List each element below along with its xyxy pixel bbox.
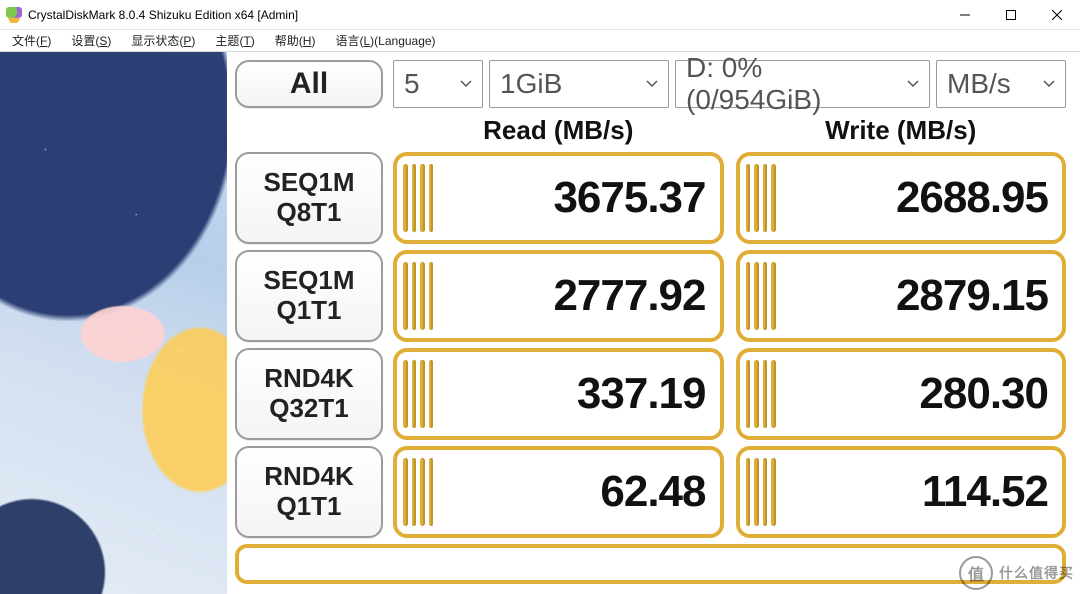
chevron-down-icon — [907, 80, 919, 88]
titlebar: CrystalDiskMark 8.0.4 Shizuku Edition x6… — [0, 0, 1080, 30]
runs-select[interactable]: 5 — [393, 60, 483, 108]
read-result: 2777.92 — [393, 250, 724, 342]
test-row-seq1m-q1t1: SEQ1M Q1T1 2777.92 2879.15 — [235, 250, 1066, 342]
test-label-1: RND4K — [264, 462, 354, 492]
menu-language[interactable]: 语言(L)(Language) — [327, 30, 443, 51]
read-value: 62.48 — [600, 467, 705, 517]
window-title: CrystalDiskMark 8.0.4 Shizuku Edition x6… — [28, 8, 298, 22]
test-label-1: RND4K — [264, 364, 354, 394]
controls-group: 5 1GiB D: 0% (0/954GiB) MB/s — [393, 60, 1066, 108]
menu-help[interactable]: 帮助(H) — [267, 30, 324, 51]
test-size-select[interactable]: 1GiB — [489, 60, 669, 108]
close-icon — [1052, 10, 1062, 20]
run-rnd4k-q32t1-button[interactable]: RND4K Q32T1 — [235, 348, 383, 440]
test-label-1: SEQ1M — [263, 168, 354, 198]
test-label-2: Q1T1 — [276, 492, 341, 522]
menu-display[interactable]: 显示状态(P) — [123, 30, 203, 51]
grip-icon — [746, 458, 776, 526]
test-row-rnd4k-q1t1: RND4K Q1T1 62.48 114.52 — [235, 446, 1066, 538]
write-value: 114.52 — [922, 467, 1048, 517]
menu-file[interactable]: 文件(F) — [4, 30, 59, 51]
test-row-rnd4k-q32t1: RND4K Q32T1 337.19 280.30 — [235, 348, 1066, 440]
run-all-label: All — [290, 67, 328, 102]
runs-value: 5 — [404, 68, 420, 100]
close-button[interactable] — [1034, 0, 1080, 30]
test-row-seq1m-q8t1: SEQ1M Q8T1 3675.37 2688.95 — [235, 152, 1066, 244]
run-seq1m-q1t1-button[interactable]: SEQ1M Q1T1 — [235, 250, 383, 342]
write-header: Write (MB/s) — [736, 114, 1067, 146]
drive-value: D: 0% (0/954GiB) — [686, 52, 899, 116]
test-label-1: SEQ1M — [263, 266, 354, 296]
test-label-2: Q1T1 — [276, 296, 341, 326]
footer-row — [235, 544, 1066, 584]
read-header: Read (MB/s) — [393, 114, 724, 146]
menu-settings[interactable]: 设置(S) — [63, 30, 119, 51]
run-all-button[interactable]: All — [235, 60, 383, 108]
status-bar — [235, 544, 1066, 584]
chevron-down-icon — [1043, 80, 1055, 88]
read-value: 2777.92 — [553, 271, 705, 321]
grip-icon — [403, 164, 433, 232]
read-result: 62.48 — [393, 446, 724, 538]
grip-icon — [746, 262, 776, 330]
grip-icon — [403, 262, 433, 330]
test-label-2: Q8T1 — [276, 198, 341, 228]
test-size-value: 1GiB — [500, 68, 562, 100]
minimize-button[interactable] — [942, 0, 988, 30]
minimize-icon — [960, 10, 970, 20]
write-value: 280.30 — [919, 369, 1048, 419]
test-label-2: Q32T1 — [269, 394, 349, 424]
controls-row: All 5 1GiB D: 0% (0/954GiB) MB/s — [235, 60, 1066, 108]
window-controls — [942, 0, 1080, 30]
unit-value: MB/s — [947, 68, 1011, 100]
maximize-icon — [1006, 10, 1016, 20]
client-area: All 5 1GiB D: 0% (0/954GiB) MB/s — [0, 52, 1080, 594]
maximize-button[interactable] — [988, 0, 1034, 30]
write-value: 2688.95 — [896, 173, 1048, 223]
write-result: 2688.95 — [736, 152, 1067, 244]
read-value: 3675.37 — [553, 173, 705, 223]
write-result: 2879.15 — [736, 250, 1067, 342]
unit-select[interactable]: MB/s — [936, 60, 1066, 108]
write-result: 114.52 — [736, 446, 1067, 538]
grip-icon — [746, 164, 776, 232]
grip-icon — [403, 458, 433, 526]
menu-theme[interactable]: 主题(T) — [207, 30, 262, 51]
write-result: 280.30 — [736, 348, 1067, 440]
read-value: 337.19 — [577, 369, 706, 419]
read-result: 337.19 — [393, 348, 724, 440]
shizuku-artwork — [0, 52, 227, 594]
drive-select[interactable]: D: 0% (0/954GiB) — [675, 60, 930, 108]
chevron-down-icon — [460, 80, 472, 88]
menubar: 文件(F) 设置(S) 显示状态(P) 主题(T) 帮助(H) 语言(L)(La… — [0, 30, 1080, 52]
grip-icon — [403, 360, 433, 428]
benchmark-panel: All 5 1GiB D: 0% (0/954GiB) MB/s — [227, 52, 1080, 594]
grip-icon — [746, 360, 776, 428]
headers-row: Read (MB/s) Write (MB/s) — [235, 114, 1066, 146]
chevron-down-icon — [646, 80, 658, 88]
run-seq1m-q8t1-button[interactable]: SEQ1M Q8T1 — [235, 152, 383, 244]
read-result: 3675.37 — [393, 152, 724, 244]
app-icon — [6, 7, 22, 23]
run-rnd4k-q1t1-button[interactable]: RND4K Q1T1 — [235, 446, 383, 538]
write-value: 2879.15 — [896, 271, 1048, 321]
